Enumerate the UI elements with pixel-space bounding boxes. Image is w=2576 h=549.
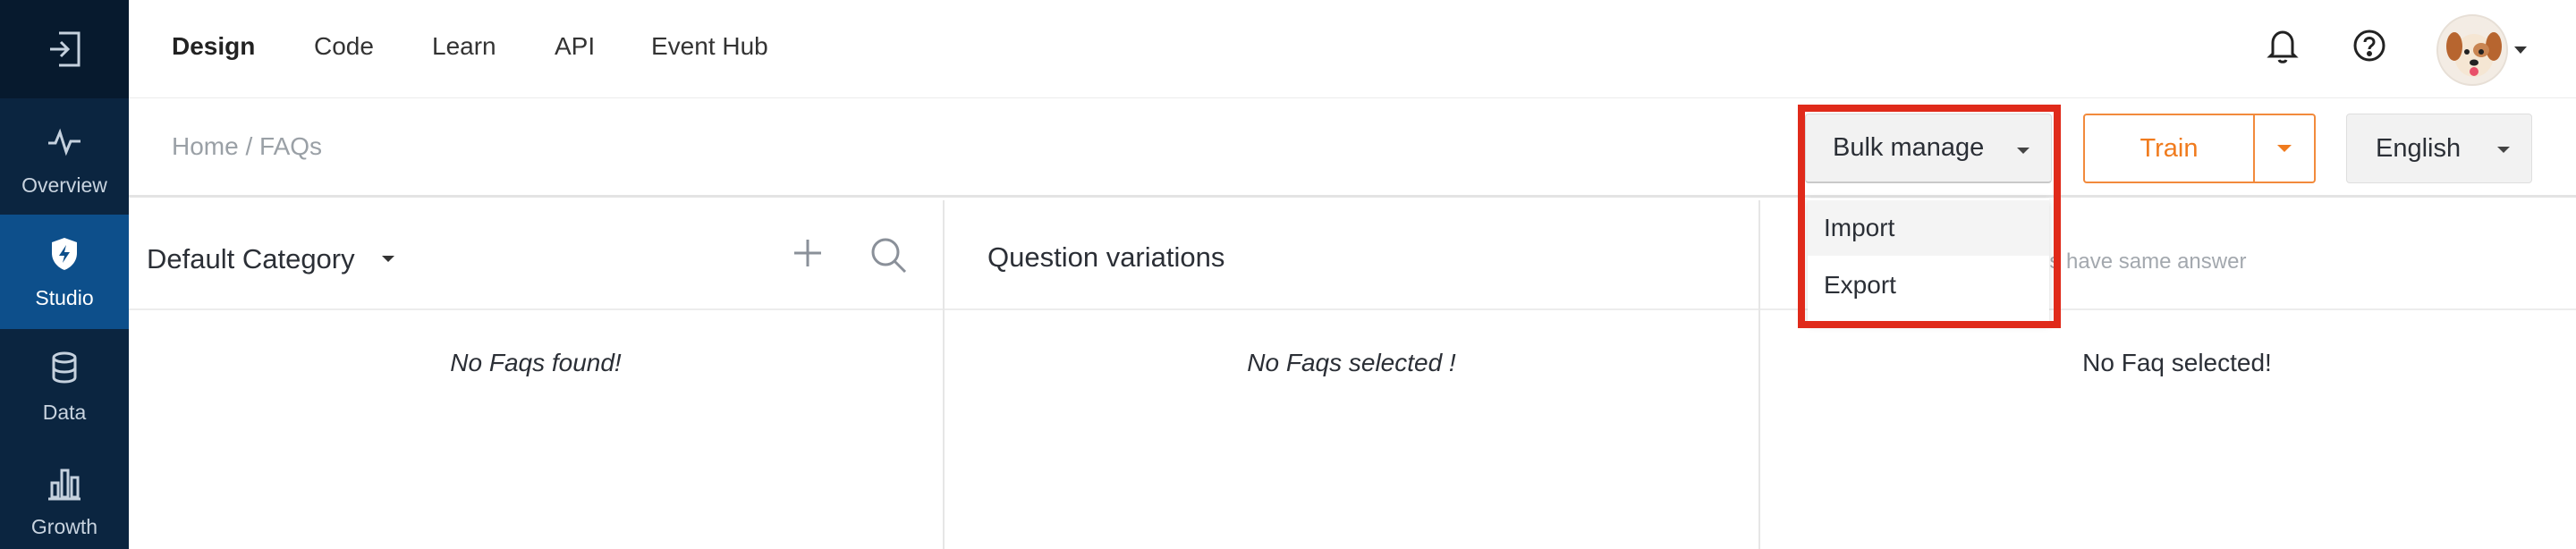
highlight-box [1798,105,2061,328]
pulse-icon [48,128,80,156]
breadcrumb[interactable]: Home / FAQs [172,132,322,161]
search-icon[interactable] [868,234,909,275]
top-nav: Design Code Learn API Event Hub [129,0,2576,98]
bar-chart-icon [48,469,80,501]
category-column: Default Category No Faqs found! [129,200,945,549]
language-select[interactable]: English [2346,114,2532,183]
sidebar-item-data[interactable]: Data [0,329,129,443]
empty-message: No Faq selected! [2082,349,2272,376]
sidebar-item-growth[interactable]: Growth [0,443,129,549]
sidebar: Overview Studio Data Growth [0,0,129,549]
sidebar-item-studio[interactable]: Studio [0,215,129,329]
database-icon [52,351,77,384]
category-header: Default Category [129,200,943,310]
questions-title: Question variations [987,241,1225,273]
language-label: English [2376,133,2462,163]
chevron-down-icon [2497,147,2510,153]
help-icon[interactable] [2349,25,2390,66]
tab-design[interactable]: Design [172,32,255,61]
train-dropdown-icon[interactable] [2277,145,2292,152]
category-select[interactable]: Default Category [147,243,355,275]
sidebar-item-label: Overview [21,173,107,197]
empty-message: No Faqs selected ! [1247,349,1456,376]
sidebar-item-label: Data [42,401,87,424]
sidebar-item-overview[interactable]: Overview [0,102,129,216]
sidebar-item-label: Growth [30,515,98,538]
questions-column: Question variations No Faqs selected ! [945,200,1760,549]
shield-bolt-icon [52,238,77,270]
train-button[interactable]: Train [2083,114,2316,183]
chevron-down-icon[interactable] [382,256,394,262]
tab-api[interactable]: API [555,32,595,61]
tab-event-hub[interactable]: Event Hub [651,32,768,61]
back-icon[interactable] [0,0,129,98]
tab-code[interactable]: Code [314,32,374,61]
tab-learn[interactable]: Learn [432,32,496,61]
sidebar-item-label: Studio [35,286,94,309]
empty-message: No Faqs found! [450,349,622,376]
plus-icon[interactable] [792,238,823,268]
questions-header: Question variations [945,200,1758,310]
answer-hint: ns have same answer [2038,249,2247,274]
train-label: Train [2140,133,2199,163]
bell-icon[interactable] [2262,25,2303,66]
avatar[interactable] [2436,14,2508,86]
divider [2253,115,2255,182]
chevron-down-icon[interactable] [2514,46,2527,54]
